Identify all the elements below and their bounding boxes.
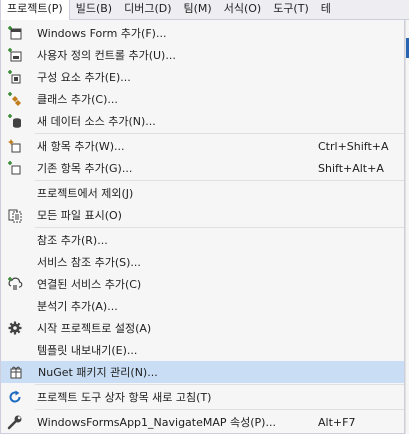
menu-item-label: 모든 파일 표시(O) [37, 209, 122, 222]
menu-item-show-all-files[interactable]: 모든 파일 표시(O) [1, 204, 404, 226]
menu-item-shortcut: Shift+Alt+A [318, 161, 384, 175]
menu-item-label: 사용자 정의 컨트롤 추가(U)... [37, 49, 176, 62]
menu-item-exclude-from-project[interactable]: 프로젝트에서 제외(J) [1, 182, 404, 204]
menu-item-add-user-control[interactable]: 사용자 정의 컨트롤 추가(U)... [1, 44, 404, 66]
menu-separator [35, 227, 404, 228]
refresh-icon [1, 386, 29, 408]
menu-separator [35, 180, 404, 181]
menu-tools[interactable]: 도구(T) [267, 0, 315, 20]
add-component-icon [1, 66, 29, 88]
menu-item-add-component[interactable]: 구성 요소 추가(E)... [1, 66, 404, 88]
menu-item-existing-item[interactable]: 기존 항목 추가(G)... Shift+Alt+A [1, 157, 404, 179]
menu-item-add-class[interactable]: 클래스 추가(C)... [1, 88, 404, 110]
existing-item-icon [1, 157, 29, 179]
add-form-icon [1, 22, 29, 44]
menu-item-shortcut: Ctrl+Shift+A [318, 139, 389, 153]
project-menu-dropdown: Windows Form 추가(F)... 사용자 정의 컨트롤 추가(U)..… [0, 19, 405, 434]
menu-item-shortcut: Alt+F7 [318, 415, 356, 429]
menu-item-label: 시작 프로젝트로 설정(A) [37, 322, 152, 335]
menu-item-label: Windows Form 추가(F)... [37, 27, 167, 40]
menu-item-label: 프로젝트에서 제외(J) [37, 187, 134, 200]
menu-item-export-template[interactable]: 템플릿 내보내기(E)... [1, 339, 404, 361]
wrench-icon [1, 411, 29, 433]
menu-item-add-windows-form[interactable]: Windows Form 추가(F)... [1, 22, 404, 44]
menu-format[interactable]: 서식(O) [218, 0, 267, 20]
menu-item-label: 템플릿 내보내기(E)... [37, 344, 138, 357]
gear-icon [1, 317, 29, 339]
menu-separator [35, 384, 404, 385]
menu-item-label: 분석기 추가(A)... [37, 300, 118, 313]
menu-project[interactable]: 프로젝트(P) [0, 0, 70, 20]
menu-separator [35, 409, 404, 410]
menu-item-label: 클래스 추가(C)... [37, 93, 118, 106]
menu-item-add-data-source[interactable]: 새 데이터 소스 추가(N)... [1, 110, 404, 132]
menu-item-refresh-toolbox-items[interactable]: 프로젝트 도구 상자 항목 새로 고침(T) [1, 386, 404, 408]
new-item-icon [1, 135, 29, 157]
menu-team[interactable]: 팀(M) [178, 0, 218, 20]
menu-item-project-properties[interactable]: WindowsFormsApp1_NavigateMAP 속성(P)... Al… [1, 411, 404, 433]
connected-service-icon [1, 273, 29, 295]
menu-separator [35, 133, 404, 134]
add-user-control-icon [1, 44, 29, 66]
menu-item-new-item[interactable]: 새 항목 추가(W)... Ctrl+Shift+A [1, 135, 404, 157]
menu-item-add-reference[interactable]: 참조 추가(R)... [1, 229, 404, 251]
menu-item-add-service-reference[interactable]: 서비스 참조 추가(S)... [1, 251, 404, 273]
menu-item-add-connected-service[interactable]: 연결된 서비스 추가(C) [1, 273, 404, 295]
menu-bar: 프로젝트(P) 빌드(B) 디버그(D) 팀(M) 서식(O) 도구(T) 테 [0, 0, 409, 20]
menu-item-label: NuGet 패키지 관리(N)... [38, 366, 158, 379]
show-all-files-icon [1, 204, 29, 226]
menu-item-label: 서비스 참조 추가(S)... [37, 256, 141, 269]
menu-item-label: 새 데이터 소스 추가(N)... [37, 115, 156, 128]
menu-item-set-startup-project[interactable]: 시작 프로젝트로 설정(A) [1, 317, 404, 339]
menu-build[interactable]: 빌드(B) [70, 0, 118, 20]
menu-item-label: 프로젝트 도구 상자 항목 새로 고침(T) [37, 391, 212, 404]
menu-debug[interactable]: 디버그(D) [118, 0, 177, 20]
editor-edge [405, 20, 409, 434]
menu-test[interactable]: 테 [315, 0, 337, 20]
menu-item-label: 연결된 서비스 추가(C) [37, 278, 142, 291]
menu-item-manage-nuget-packages[interactable]: NuGet 패키지 관리(N)... [1, 361, 404, 383]
menu-item-label: 구성 요소 추가(E)... [37, 71, 131, 84]
add-data-source-icon [1, 110, 29, 132]
nuget-package-icon [2, 361, 30, 383]
menu-item-label: 참조 추가(R)... [37, 234, 108, 247]
add-class-icon [1, 88, 29, 110]
menu-item-add-analyzer[interactable]: 분석기 추가(A)... [1, 295, 404, 317]
